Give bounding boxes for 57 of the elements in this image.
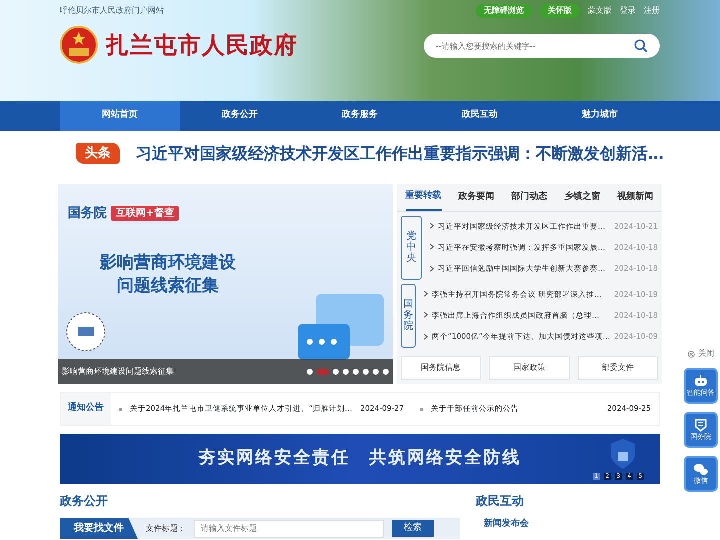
site-title: 扎兰屯市人民政府: [106, 32, 298, 61]
slide-heading: 影响营商环境建设 问题线索征集: [99, 252, 237, 298]
slide-tag: 互联网+督查: [111, 206, 180, 222]
nav-tab[interactable]: 政务公开: [180, 101, 300, 131]
slide-dot[interactable]: [363, 368, 369, 374]
banner-text: 夯实网络安全责任 共筑网络安全防线: [198, 447, 522, 470]
chat-icon: [693, 462, 709, 476]
lock-shield-icon: [610, 438, 636, 470]
chevron-icon: [424, 312, 428, 318]
chevron-icon: [430, 244, 434, 250]
slide-dot[interactable]: [343, 368, 349, 374]
headline-badge: 头条: [76, 142, 120, 164]
emblem-icon: [60, 26, 98, 66]
chevron-icon: [430, 266, 434, 272]
slide-brand: 国务院: [68, 204, 107, 223]
slide-dot[interactable]: [333, 368, 339, 374]
nav-tab[interactable]: 网站首页: [60, 101, 180, 131]
nav-tab[interactable]: 政务服务: [300, 101, 420, 131]
search-button[interactable]: 检索: [392, 520, 434, 538]
category-label: 党中央: [401, 216, 422, 280]
category-button[interactable]: 国家政策: [489, 356, 570, 380]
file-search-tab[interactable]: 我要找文件: [60, 518, 138, 539]
news-tab[interactable]: 部门动态: [512, 184, 548, 210]
slide-caption: 影响营商环境建设问题线索征集: [62, 366, 175, 378]
robot-icon: [693, 374, 709, 388]
chevron-icon: [424, 291, 428, 298]
news-tab[interactable]: 政务要闻: [458, 184, 494, 210]
slide-dot[interactable]: [373, 368, 379, 374]
search-field[interactable]: --请输入您要搜索的关键字--: [424, 34, 660, 58]
slide-dot[interactable]: [307, 368, 313, 374]
news-tab[interactable]: 乡镇之窗: [564, 184, 600, 210]
news-tab[interactable]: 视频新闻: [618, 184, 654, 210]
section-title: 政务公开: [60, 493, 109, 510]
header-link[interactable]: 蒙文版: [588, 5, 612, 17]
chevron-icon: [430, 223, 434, 230]
chevron-icon: [424, 334, 428, 340]
shield-icon: [693, 418, 709, 432]
headline-link[interactable]: 习近平对国家级经济技术开发区工作作出重要指示强调：不断激发创新活…: [136, 142, 664, 166]
slide-dot[interactable]: [383, 368, 389, 374]
slide-dot[interactable]: [353, 368, 359, 374]
close-icon: [688, 350, 694, 358]
portal-link[interactable]: 呼伦贝尔市人民政府门户网站: [60, 5, 164, 17]
nav-tab[interactable]: 魅力城市: [540, 101, 660, 131]
interaction-link[interactable]: 新闻发布会: [484, 518, 529, 532]
nav-tab[interactable]: 政民互动: [420, 101, 540, 131]
notice-label: 通知公告: [61, 393, 111, 425]
category-button[interactable]: 部委文件: [578, 356, 658, 380]
category-button[interactable]: 国务院信息: [401, 356, 482, 380]
search-icon: [634, 39, 648, 53]
news-tab[interactable]: 重要转载: [406, 184, 442, 210]
bullet-icon: [420, 408, 424, 410]
field-label: 文件标题：: [146, 522, 186, 534]
close-link[interactable]: 关闭: [698, 348, 714, 360]
section-title: 政民互动: [476, 493, 525, 510]
bullet-icon: [119, 408, 122, 410]
file-title-field[interactable]: 请输入文件标题: [194, 520, 384, 538]
category-label: 国务院: [401, 284, 416, 348]
